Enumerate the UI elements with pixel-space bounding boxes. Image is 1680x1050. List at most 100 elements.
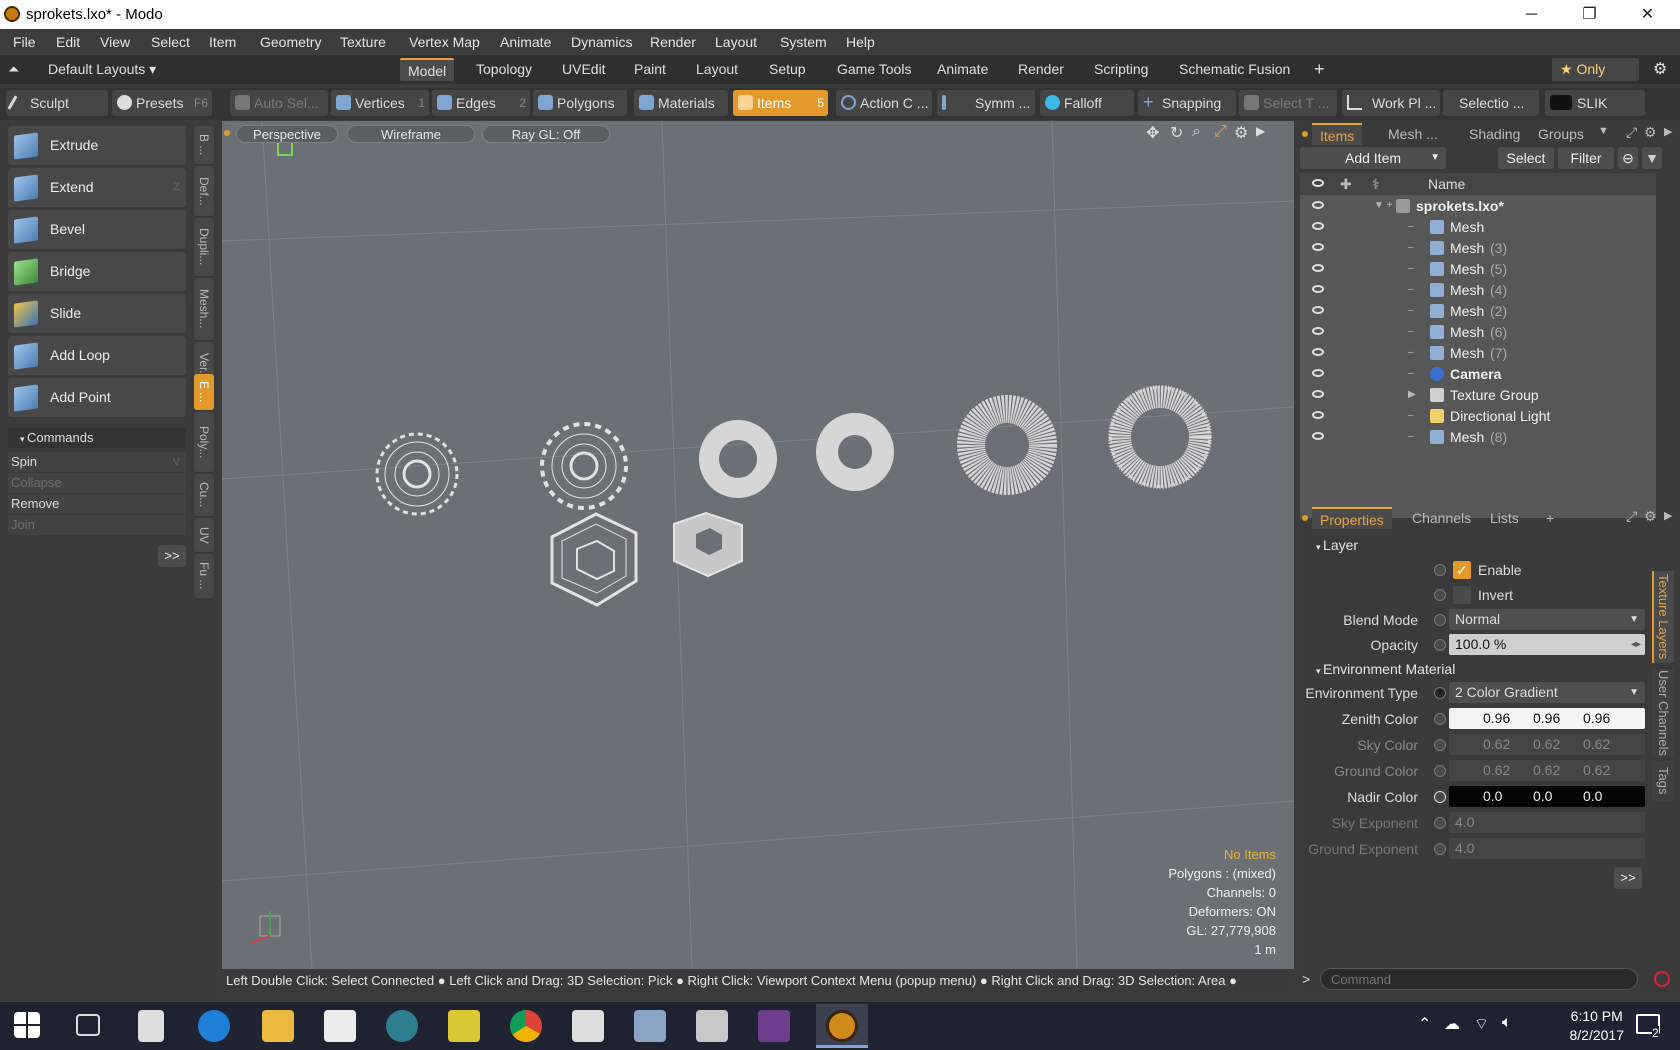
bevel-button[interactable]: Bevel — [8, 210, 186, 249]
onedrive-icon[interactable]: ☁ — [1444, 1014, 1460, 1034]
tab-scripting[interactable]: Scripting — [1086, 58, 1156, 81]
tab-properties[interactable]: Properties — [1312, 507, 1392, 529]
select-tools-button[interactable]: Select T ... — [1239, 90, 1337, 116]
minimize-button[interactable]: ─ — [1504, 0, 1559, 29]
side-tab-e[interactable]: E ... — [194, 374, 214, 410]
items-more-icon[interactable]: ▶ — [1664, 125, 1672, 138]
wireframe-button[interactable]: Wireframe — [347, 125, 475, 143]
slide-button[interactable]: Slide — [8, 294, 186, 333]
enable-checkbox[interactable]: ✓ — [1453, 561, 1471, 579]
menu-edit[interactable]: Edit — [56, 34, 80, 50]
layout-up-icon[interactable]: ⏶ — [8, 58, 19, 81]
ground-exponent-field[interactable]: 4.0 — [1449, 838, 1645, 859]
more-commands-button[interactable]: >> — [158, 545, 186, 567]
app-icon-1[interactable] — [386, 1010, 418, 1042]
pan-icon[interactable]: ✥ — [1146, 123, 1159, 143]
tab-lists[interactable]: Lists — [1482, 507, 1527, 529]
record-icon[interactable] — [1654, 971, 1670, 987]
collapse-list-icon[interactable]: ⊖ — [1618, 147, 1638, 169]
opacity-anim-dot[interactable] — [1434, 639, 1446, 651]
tab-schematic-fusion[interactable]: Schematic Fusion — [1171, 58, 1298, 81]
ground-anim-dot[interactable] — [1434, 765, 1446, 777]
item-row[interactable]: – Mesh (5) — [1300, 258, 1656, 280]
bridge-button[interactable]: Bridge — [8, 252, 186, 291]
snapping-button[interactable]: + Snapping — [1138, 90, 1236, 116]
spin-button[interactable]: Spin V — [8, 452, 186, 472]
nadir-color-field[interactable]: 0.0 0.0 0.0 — [1449, 786, 1645, 807]
tab-topology[interactable]: Topology — [468, 58, 540, 81]
item-row[interactable]: – Mesh (2) — [1300, 300, 1656, 322]
sky-exponent-field[interactable]: 4.0 — [1449, 812, 1645, 833]
properties-panel-dot[interactable] — [1302, 515, 1308, 521]
tab-uvedit[interactable]: UVEdit — [554, 58, 614, 81]
commands-header[interactable]: ▾ Commands — [8, 428, 186, 448]
vertices-button[interactable]: Vertices 1 — [331, 90, 429, 116]
items-button[interactable]: Items 5 — [733, 90, 828, 116]
menu-animate[interactable]: Animate — [500, 34, 551, 50]
chrome-icon[interactable] — [510, 1010, 542, 1042]
visibility-eye-icon[interactable] — [1312, 243, 1324, 251]
selection-sets-button[interactable]: Selectio ... — [1443, 90, 1539, 116]
sprocket-mesh-4[interactable] — [816, 413, 894, 491]
raygl-button[interactable]: Ray GL: Off — [482, 125, 610, 143]
side-tab-dupli[interactable]: Dupli... — [194, 218, 214, 276]
menu-system[interactable]: System — [780, 34, 827, 50]
funnel-icon[interactable]: ▼ — [1642, 147, 1662, 169]
slik-button[interactable]: SLIK — [1545, 90, 1645, 116]
remove-button[interactable]: Remove — [8, 494, 186, 514]
item-row[interactable]: – Mesh (6) — [1300, 321, 1656, 343]
falloff-button[interactable]: Falloff — [1040, 90, 1134, 116]
auto-select-button[interactable]: Auto Sel... — [230, 90, 328, 116]
calculator-icon[interactable] — [696, 1010, 728, 1042]
app-icon-2[interactable] — [448, 1010, 480, 1042]
invert-checkbox[interactable] — [1453, 586, 1471, 604]
tab-model[interactable]: Model — [400, 58, 455, 81]
menu-item[interactable]: Item — [209, 34, 236, 50]
tab-mesh[interactable]: Mesh ... — [1380, 123, 1446, 145]
materials-button[interactable]: Materials — [634, 90, 728, 116]
item-row[interactable]: ▶ Texture Group — [1300, 384, 1656, 406]
menu-texture[interactable]: Texture — [340, 34, 386, 50]
sky-anim-dot[interactable] — [1434, 739, 1446, 751]
visibility-eye-icon[interactable] — [1312, 327, 1324, 335]
environment-type-anim-dot[interactable] — [1434, 687, 1446, 699]
side-tab-user-channels[interactable]: User Channels — [1652, 669, 1674, 757]
add-point-button[interactable]: Add Point — [8, 378, 186, 417]
item-row[interactable]: – Mesh (7) — [1300, 342, 1656, 364]
app-icon-3[interactable] — [572, 1010, 604, 1042]
visibility-eye-icon[interactable] — [1312, 432, 1324, 440]
item-row[interactable]: – Mesh (3) — [1300, 237, 1656, 259]
sculpt-button[interactable]: Sculpt — [6, 90, 108, 116]
hex-nut-mesh[interactable] — [673, 511, 743, 578]
item-row[interactable]: – Mesh (8) — [1300, 426, 1656, 448]
viewport-more-icon[interactable]: ▶ — [1256, 124, 1265, 138]
winrar-icon[interactable] — [758, 1010, 790, 1042]
select-button[interactable]: Select — [1498, 147, 1554, 169]
polygons-button[interactable]: Polygons — [533, 90, 627, 116]
environment-type-select[interactable]: 2 Color Gradient ▼ — [1449, 682, 1645, 703]
sky-color-field[interactable]: 0.62 0.62 0.62 — [1449, 734, 1645, 755]
visibility-eye-icon[interactable] — [1312, 369, 1324, 377]
ground-color-field[interactable]: 0.62 0.62 0.62 — [1449, 760, 1645, 781]
sky-exp-anim-dot[interactable] — [1434, 817, 1446, 829]
menu-geometry[interactable]: Geometry — [260, 34, 321, 50]
sprocket-mesh-2[interactable] — [540, 422, 628, 510]
extrude-button[interactable]: Extrude — [8, 126, 186, 165]
side-tab-poly[interactable]: Poly... — [194, 412, 214, 472]
edges-button[interactable]: Edges 2 — [432, 90, 530, 116]
task-view-icon[interactable] — [76, 1014, 100, 1036]
3d-viewport[interactable]: Perspective Wireframe Ray GL: Off ✥ ↻ ⌕ … — [222, 121, 1294, 969]
properties-expand-icon[interactable]: ⤢ — [1626, 508, 1637, 525]
edge-browser-icon[interactable] — [198, 1010, 230, 1042]
tab-layout[interactable]: Layout — [688, 58, 746, 81]
scene-row[interactable]: ▼ + sprokets.lxo* — [1300, 195, 1656, 217]
only-button[interactable]: ★ Only — [1552, 58, 1639, 81]
side-tab-tags[interactable]: Tags — [1652, 761, 1674, 801]
item-row[interactable]: – Mesh (4) — [1300, 279, 1656, 301]
properties-more-button[interactable]: >> — [1614, 867, 1642, 889]
symmetry-button[interactable]: Symm ... — [937, 90, 1035, 116]
menu-file[interactable]: File — [13, 34, 36, 50]
action-center-button[interactable]: Action C ... — [836, 90, 932, 116]
tab-animate[interactable]: Animate — [929, 58, 996, 81]
default-layouts-dropdown[interactable]: Default Layouts ▾ — [40, 58, 164, 81]
